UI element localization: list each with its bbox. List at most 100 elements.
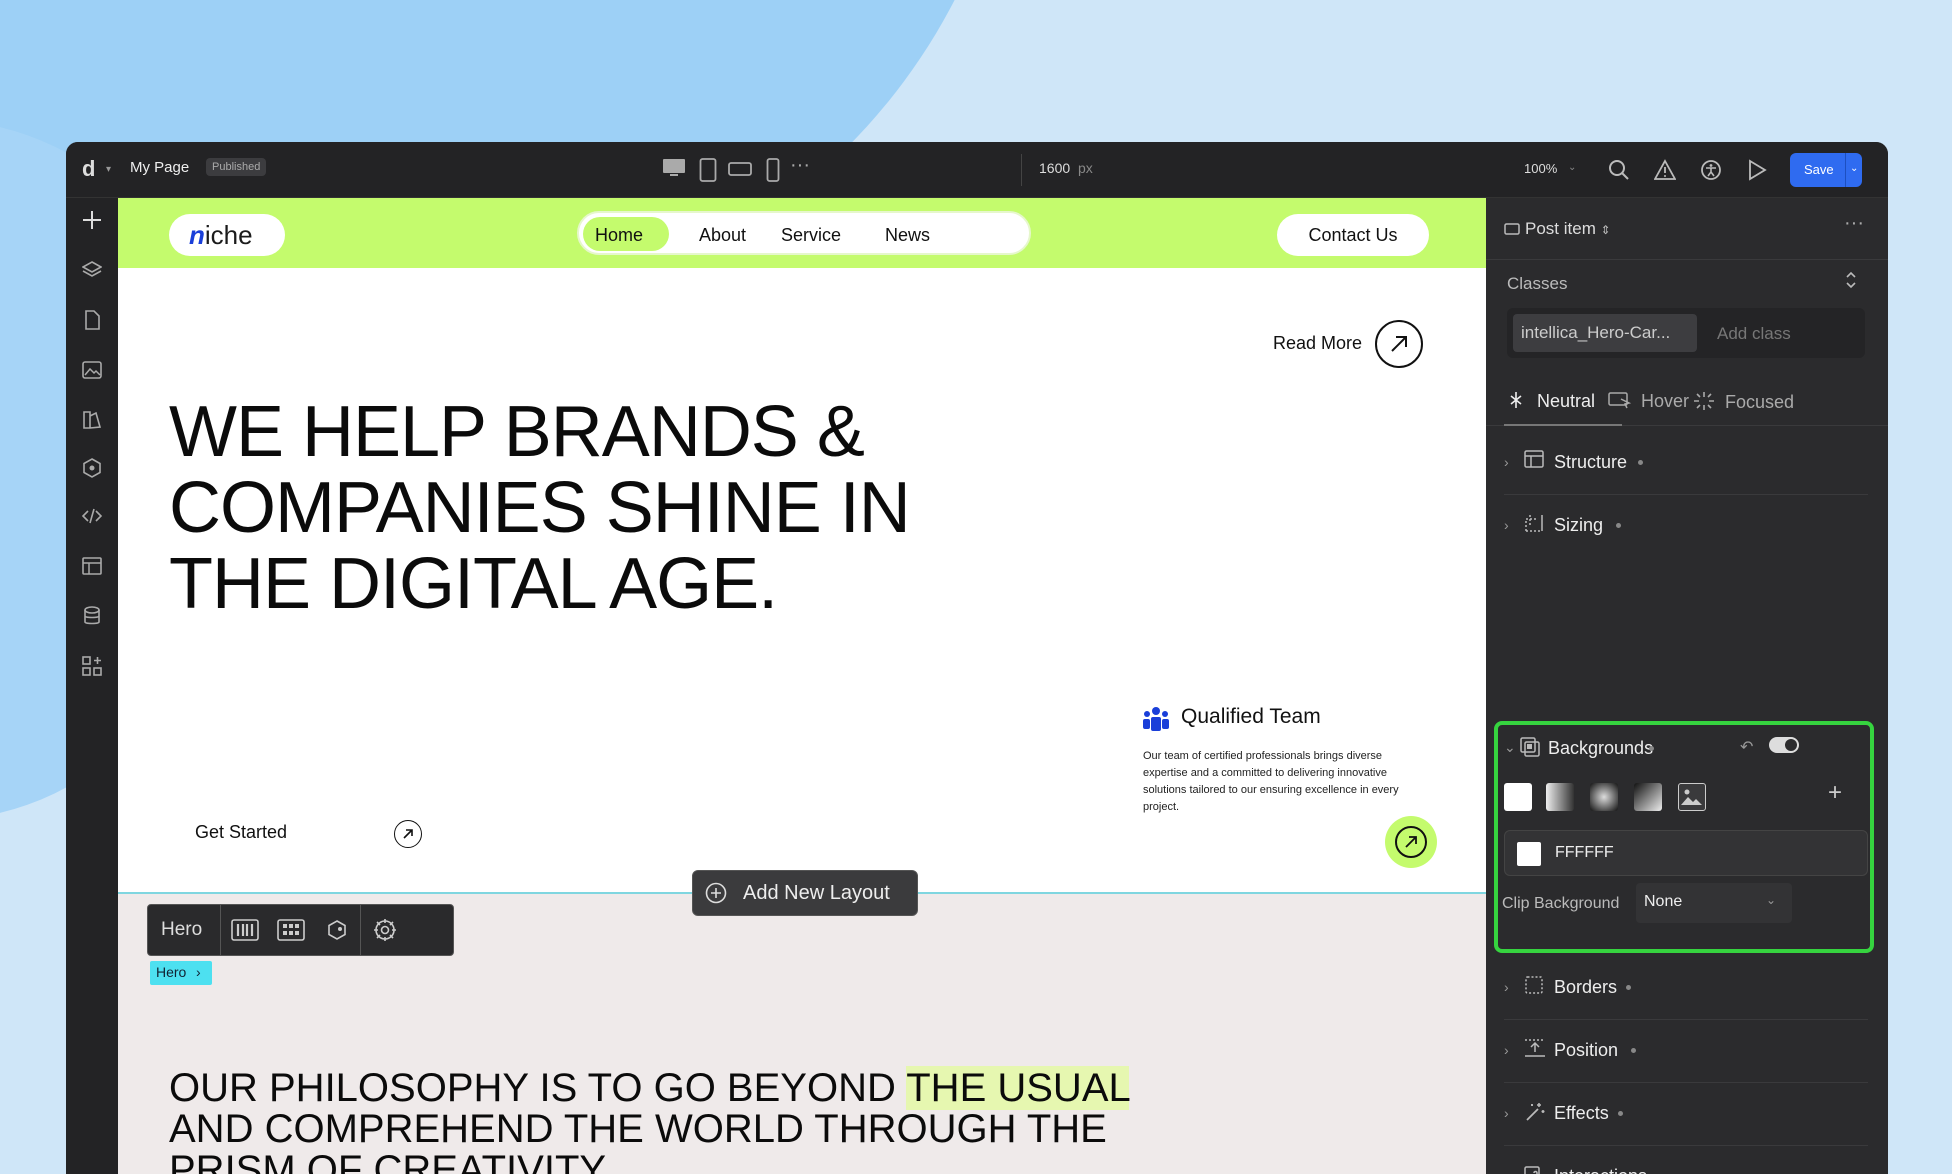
tablet-landscape-icon[interactable] xyxy=(728,160,752,183)
more-devices-icon[interactable]: ··· xyxy=(790,154,810,177)
top-bar: d ▾ My Page Published ··· 1600 px 100% ⌄ xyxy=(66,142,1888,198)
selected-element-name[interactable]: Post item ⇕ xyxy=(1525,219,1611,239)
section-toolbar-label[interactable]: Hero xyxy=(161,919,202,941)
section-effects[interactable]: › Effects xyxy=(1504,1083,1868,1146)
section-structure[interactable]: › Structure xyxy=(1504,432,1868,495)
contact-us-button[interactable]: Contact Us xyxy=(1277,214,1429,256)
section-interactions[interactable]: › Interactions xyxy=(1504,1146,1868,1174)
linear-gradient-swatch[interactable] xyxy=(1546,783,1574,811)
chevron-down-icon[interactable]: ⌄ xyxy=(1568,162,1576,173)
image-icon[interactable] xyxy=(80,358,104,382)
code-icon[interactable] xyxy=(80,504,104,528)
radial-gradient-swatch[interactable] xyxy=(1590,783,1618,811)
tab-hover[interactable]: Hover xyxy=(1608,390,1689,412)
tab-neutral[interactable]: Neutral xyxy=(1506,390,1595,412)
status-dot xyxy=(1649,746,1654,751)
nav-item-service[interactable]: Service xyxy=(781,225,841,246)
background-color-field[interactable]: FFFFFF xyxy=(1504,830,1868,876)
add-background-icon[interactable]: + xyxy=(1828,779,1842,807)
tablet-icon[interactable] xyxy=(699,158,717,187)
site-menu: Home About Service News xyxy=(577,211,1031,255)
chevron-right-icon: › xyxy=(1504,979,1509,995)
read-more-link[interactable]: Read More xyxy=(1273,333,1362,354)
logo-text: iche xyxy=(204,220,253,250)
section-borders[interactable]: › Borders xyxy=(1504,957,1868,1020)
qualified-team-text: Our team of certified professionals brin… xyxy=(1143,750,1399,813)
design-canvas[interactable]: niche Home About Service News Contact Us… xyxy=(118,198,1486,1174)
section-position[interactable]: › Position xyxy=(1504,1020,1868,1083)
reset-icon[interactable]: ↶ xyxy=(1740,737,1753,757)
more-options-icon[interactable]: ··· xyxy=(1844,212,1864,235)
qualified-team-title: Qualified Team xyxy=(1181,705,1321,728)
chevron-down-icon[interactable]: ▾ xyxy=(106,164,111,175)
app-logo[interactable]: d xyxy=(82,156,95,182)
chevron-down-icon: ⌄ xyxy=(1766,893,1777,907)
layers-icon[interactable] xyxy=(80,258,104,282)
get-started-arrow-icon[interactable] xyxy=(394,820,422,848)
divider xyxy=(1021,154,1022,186)
up-down-icon: ⇕ xyxy=(1600,223,1611,237)
solid-color-swatch[interactable] xyxy=(1504,783,1532,811)
settings-gear-icon[interactable] xyxy=(370,917,400,943)
component-icon[interactable] xyxy=(322,917,352,943)
database-icon[interactable] xyxy=(80,604,104,628)
class-chip[interactable]: intellica_Hero-Car... xyxy=(1513,314,1697,352)
chevron-right-icon: › xyxy=(1504,1168,1509,1174)
apps-icon[interactable] xyxy=(80,654,104,678)
add-icon[interactable] xyxy=(80,208,104,232)
tab-focused[interactable]: Focused xyxy=(1692,390,1794,413)
accessibility-icon[interactable] xyxy=(1698,157,1724,183)
add-new-layout-label: Add New Layout xyxy=(743,882,890,904)
add-new-layout-button[interactable]: Add New Layout xyxy=(692,870,918,916)
clip-background-select[interactable]: None ⌄ xyxy=(1636,883,1792,923)
chevron-right-icon: › xyxy=(1504,454,1509,470)
template-icon[interactable] xyxy=(80,554,104,578)
read-more-arrow-icon[interactable] xyxy=(1375,320,1423,368)
style-icon[interactable] xyxy=(80,408,104,432)
panel-header: Post item ⇕ ··· xyxy=(1486,198,1888,260)
editor-window: d ▾ My Page Published ··· 1600 px 100% ⌄ xyxy=(66,142,1888,1174)
page-title[interactable]: My Page xyxy=(130,159,189,176)
image-icon[interactable] xyxy=(1678,783,1706,811)
search-icon[interactable] xyxy=(1606,157,1632,183)
mobile-icon[interactable] xyxy=(766,158,780,187)
conic-gradient-swatch[interactable] xyxy=(1634,783,1662,811)
section-label: Effects xyxy=(1554,1103,1609,1123)
section-sizing[interactable]: › Sizing xyxy=(1504,495,1868,558)
desktop-icon[interactable] xyxy=(662,158,686,183)
color-hex-value[interactable]: FFFFFF xyxy=(1555,844,1614,862)
color-swatch[interactable] xyxy=(1517,842,1541,866)
chevron-down-icon[interactable]: ⌄ xyxy=(1850,163,1858,174)
page-icon[interactable] xyxy=(80,308,104,332)
nav-item-home[interactable]: Home xyxy=(595,225,643,246)
hero-title: WE HELP BRANDS & COMPANIES SHINE IN THE … xyxy=(169,392,911,624)
grid-icon[interactable] xyxy=(276,917,306,943)
interactions-icon xyxy=(1524,1164,1546,1174)
play-icon[interactable] xyxy=(1744,157,1770,183)
status-dot xyxy=(1626,985,1631,990)
save-button[interactable]: Save ⌄ xyxy=(1790,153,1862,187)
active-tab-indicator xyxy=(1504,424,1622,426)
columns-icon[interactable] xyxy=(230,917,260,943)
get-started-link[interactable]: Get Started xyxy=(195,822,287,843)
nav-item-news[interactable]: News xyxy=(885,225,930,246)
section-breadcrumb-tag[interactable]: Hero › xyxy=(150,961,212,985)
canvas-width-value[interactable]: 1600 xyxy=(1039,160,1070,176)
expand-collapse-icon[interactable] xyxy=(1844,270,1858,295)
clip-background-value: None xyxy=(1644,893,1683,910)
section-label: Structure xyxy=(1554,452,1628,472)
zoom-value[interactable]: 100% xyxy=(1524,161,1557,176)
nav-item-about[interactable]: About xyxy=(699,225,746,246)
background-toggle[interactable] xyxy=(1769,737,1799,753)
arrow-up-right-icon xyxy=(1395,826,1427,858)
section-label: Backgrounds xyxy=(1548,738,1654,758)
style-panel: Post item ⇕ ··· Classes intellica_Hero-C… xyxy=(1486,198,1888,1174)
backgrounds-icon xyxy=(1520,737,1540,762)
warning-icon[interactable] xyxy=(1652,157,1678,183)
component-icon[interactable] xyxy=(80,456,104,480)
qualified-team-arrow-button[interactable] xyxy=(1385,816,1437,868)
add-class-input[interactable]: Add class xyxy=(1717,324,1791,344)
site-logo[interactable]: niche xyxy=(169,214,285,256)
status-dot xyxy=(1616,523,1621,528)
chevron-right-icon: › xyxy=(1504,517,1509,533)
